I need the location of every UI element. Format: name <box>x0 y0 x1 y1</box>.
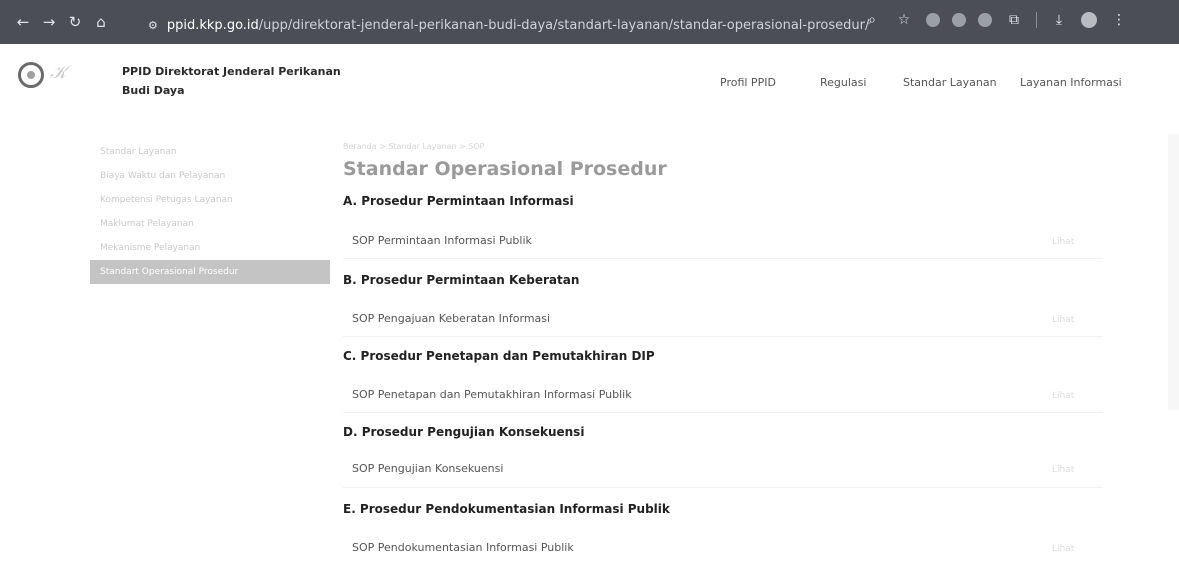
more-menu-icon[interactable]: ⋮ <box>1109 12 1129 28</box>
browser-actions: ⌕ ☆ ⧉ ⤓ ⋮ <box>862 12 1129 28</box>
section-title-d: D. Prosedur Pengujian Konsekuensi <box>343 425 585 439</box>
sop-item-keberatan[interactable]: SOP Pengajuan Keberatan Informasi <box>352 312 550 325</box>
home-icon[interactable]: ⌂ <box>90 11 112 33</box>
section-title-a: A. Prosedur Permintaan Informasi <box>343 194 574 208</box>
lihat-link[interactable]: Lihat <box>1052 544 1074 554</box>
nav-regulasi[interactable]: Regulasi <box>820 76 866 89</box>
row-divider <box>343 412 1103 413</box>
forward-arrow-icon[interactable]: → <box>38 11 60 33</box>
url-path: /upp/direktorat-jenderal-perikanan-budi-… <box>258 17 870 33</box>
sidebar-item-biaya-waktu[interactable]: Biaya Waktu dan Pelayanan <box>90 164 330 188</box>
extension-icon[interactable] <box>978 13 992 27</box>
lihat-link[interactable]: Lihat <box>1052 391 1074 401</box>
site-header: 𝒦 PPID Direktorat Jenderal Perikanan Bud… <box>0 44 1179 134</box>
zoom-icon[interactable]: ⌕ <box>862 12 882 28</box>
row-divider <box>343 336 1103 337</box>
section-title-e: E. Prosedur Pendokumentasian Informasi P… <box>343 502 670 516</box>
lihat-link[interactable]: Lihat <box>1052 315 1074 325</box>
sidebar-item-standar-layanan[interactable]: Standar Layanan <box>90 140 330 164</box>
section-title-b: B. Prosedur Permintaan Keberatan <box>343 273 580 287</box>
extension-icon[interactable] <box>926 13 940 27</box>
lihat-link[interactable]: Lihat <box>1052 465 1074 475</box>
extension-icon[interactable] <box>952 13 966 27</box>
sidebar-item-maklumat-pelayanan[interactable]: Maklumat Pelayanan <box>90 212 330 236</box>
breadcrumb[interactable]: Beranda > Standar Layanan > SOP <box>343 142 484 151</box>
site-info-icon[interactable]: ⚙ <box>148 19 158 32</box>
bookmark-star-icon[interactable]: ☆ <box>894 12 914 28</box>
page-edge-strip <box>1168 134 1179 410</box>
ministry-logo-icon[interactable] <box>18 62 44 88</box>
brand-line-1: PPID Direktorat Jenderal Perikanan <box>122 65 341 78</box>
sidebar-item-sop[interactable]: Standart Operasional Prosedur <box>90 260 330 284</box>
url-domain: ppid.kkp.go.id <box>166 17 259 33</box>
reload-icon[interactable]: ↻ <box>64 11 86 33</box>
download-icon[interactable]: ⤓ <box>1049 12 1069 28</box>
sop-item-pengujian[interactable]: SOP Pengujian Konsekuensi <box>352 462 503 475</box>
back-arrow-icon[interactable]: ← <box>12 11 34 33</box>
sidebar-item-mekanisme-pelayanan[interactable]: Mekanisme Pelayanan <box>90 236 330 260</box>
row-divider <box>343 487 1103 488</box>
site-brand[interactable]: PPID Direktorat Jenderal Perikanan Budi … <box>122 62 352 100</box>
logo-emblem-icon: 𝒦 <box>50 62 67 83</box>
sop-item-penetapan[interactable]: SOP Penetapan dan Pemutakhiran Informasi… <box>352 388 632 401</box>
browser-toolbar: ← → ↻ ⌂ ⚙ ppid.kkp.go.id /upp/direktorat… <box>0 0 1179 44</box>
brand-line-2: Budi Daya <box>122 84 185 97</box>
row-divider <box>343 258 1103 259</box>
profile-avatar[interactable] <box>1081 12 1097 28</box>
sidebar: Standar Layanan Biaya Waktu dan Pelayana… <box>90 140 330 284</box>
lihat-link[interactable]: Lihat <box>1052 237 1074 247</box>
nav-layanan-informasi[interactable]: Layanan Informasi <box>1020 76 1122 89</box>
page-title: Standar Operasional Prosedur <box>343 158 667 180</box>
toolbar-divider <box>1036 12 1037 28</box>
sop-item-permintaan[interactable]: SOP Permintaan Informasi Publik <box>352 234 532 247</box>
sidebar-item-kompetensi-petugas[interactable]: Kompetensi Petugas Layanan <box>90 188 330 212</box>
nav-standar-layanan[interactable]: Standar Layanan <box>903 76 997 89</box>
section-title-c: C. Prosedur Penetapan dan Pemutakhiran D… <box>343 349 655 363</box>
extensions-puzzle-icon[interactable]: ⧉ <box>1004 12 1024 28</box>
sop-item-pendokumentasian[interactable]: SOP Pendokumentasian Informasi Publik <box>352 541 574 554</box>
nav-profil-ppid[interactable]: Profil PPID <box>720 76 776 89</box>
